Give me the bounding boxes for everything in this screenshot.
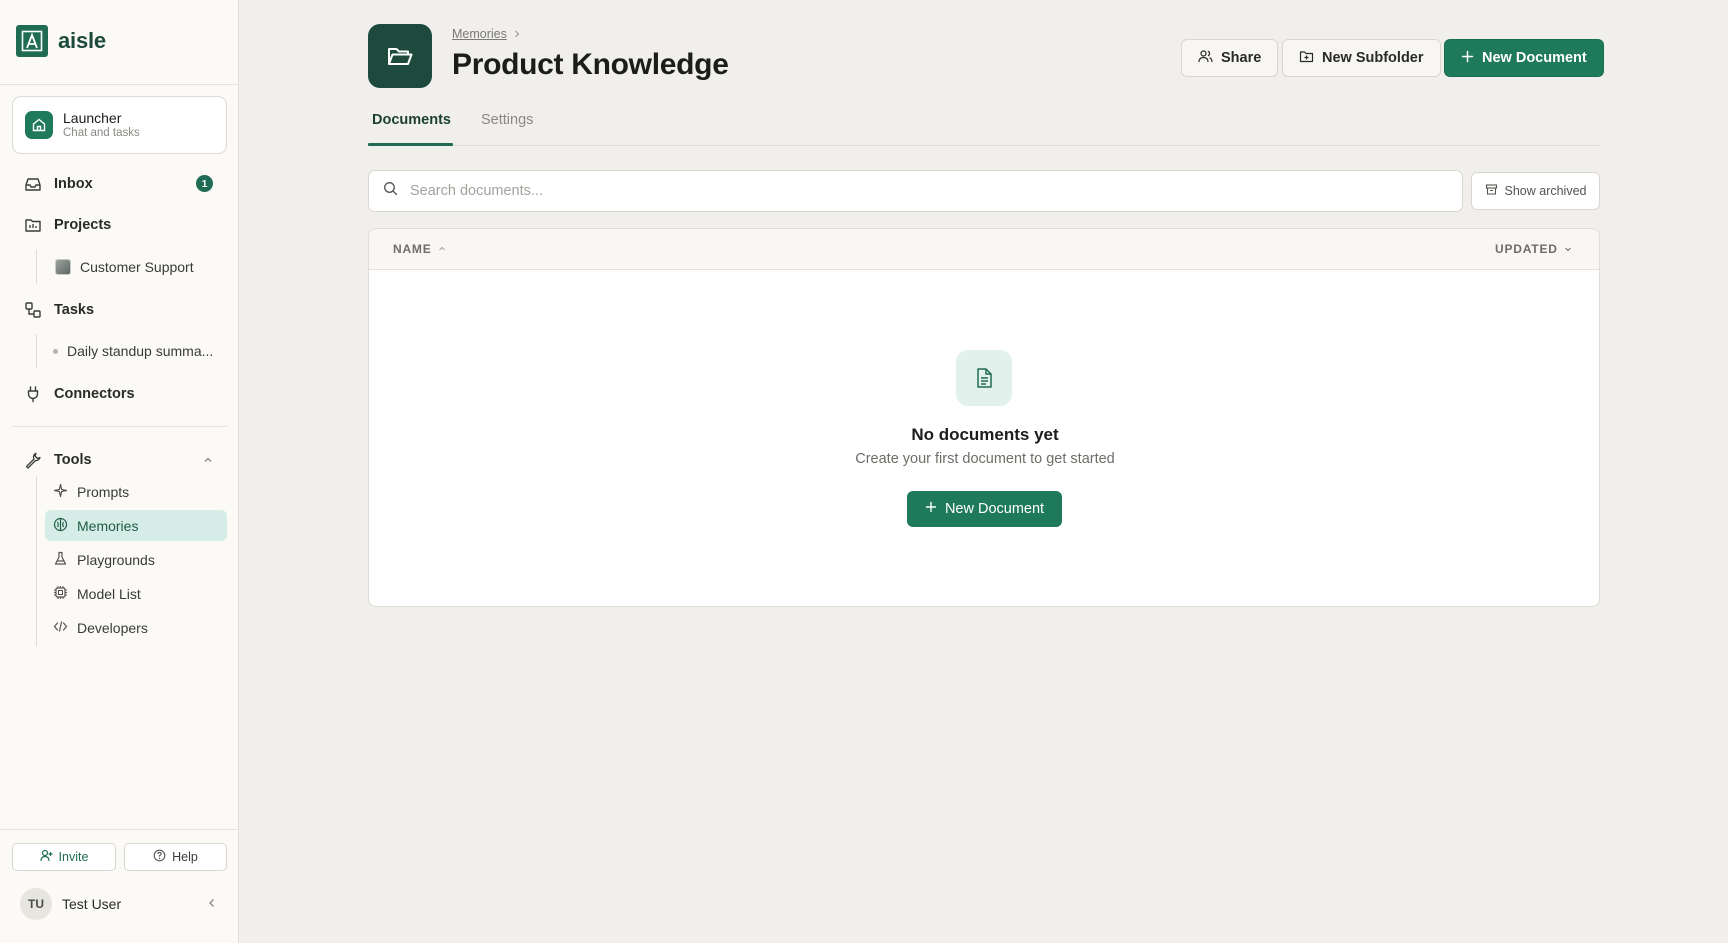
column-label: NAME bbox=[393, 242, 432, 256]
flask-icon bbox=[53, 551, 68, 569]
project-item-label: Customer Support bbox=[80, 259, 194, 275]
sort-asc-icon bbox=[438, 242, 446, 256]
home-icon bbox=[25, 111, 53, 139]
invite-button[interactable]: Invite bbox=[12, 843, 116, 871]
empty-new-document-label: New Document bbox=[944, 501, 1045, 517]
tree-rail bbox=[36, 334, 37, 368]
breadcrumb: Memories bbox=[452, 27, 521, 41]
document-icon bbox=[956, 350, 1012, 406]
folder-plus-icon bbox=[1299, 49, 1314, 68]
empty-state-title: No documents yet bbox=[911, 425, 1059, 444]
sparkle-icon bbox=[53, 483, 68, 501]
collapse-sidebar-icon[interactable] bbox=[206, 896, 218, 914]
tool-item-label: Memories bbox=[77, 517, 139, 534]
sidebar-item-model-list[interactable]: Model List bbox=[45, 578, 227, 609]
brand[interactable]: aisle bbox=[16, 25, 106, 57]
sidebar-item-label: Projects bbox=[54, 217, 112, 233]
empty-state-subtitle: Create your first document to get starte… bbox=[855, 451, 1115, 467]
column-header-updated[interactable]: UPDATED bbox=[1495, 242, 1572, 256]
launcher-button[interactable]: Launcher Chat and tasks bbox=[12, 96, 227, 154]
share-label: Share bbox=[1221, 50, 1262, 66]
chevron-up-icon[interactable] bbox=[203, 452, 213, 470]
tab-documents[interactable]: Documents bbox=[372, 112, 451, 128]
user-name: Test User bbox=[62, 896, 122, 912]
sidebar-item-label: Tasks bbox=[54, 302, 95, 318]
bullet-dot bbox=[53, 348, 58, 354]
help-label: Help bbox=[172, 850, 198, 864]
chip-icon bbox=[53, 585, 68, 603]
tool-item-label: Model List bbox=[77, 585, 141, 602]
tab-settings[interactable]: Settings bbox=[481, 112, 533, 128]
divider bbox=[12, 426, 227, 427]
app-name: aisle bbox=[58, 28, 106, 53]
tool-item-label: Playgrounds bbox=[77, 551, 155, 568]
archive-icon bbox=[1485, 183, 1498, 199]
sidebar-item-projects[interactable]: Projects bbox=[24, 214, 111, 236]
tab-bar: Documents Settings bbox=[368, 106, 1600, 146]
table-header: NAME UPDATED bbox=[369, 229, 1599, 270]
breadcrumb-memories-link[interactable]: Memories bbox=[452, 27, 507, 41]
tree-rail bbox=[36, 476, 37, 646]
folder-icon bbox=[368, 24, 432, 88]
divider bbox=[0, 829, 239, 830]
tasks-icon bbox=[24, 301, 42, 319]
column-header-name[interactable]: NAME bbox=[393, 242, 446, 256]
sidebar-item-tasks[interactable]: Tasks bbox=[24, 299, 94, 321]
task-item-label: Daily standup summa... bbox=[67, 343, 214, 359]
sidebar-item-label: Connectors bbox=[54, 386, 135, 402]
sidebar-item-developers[interactable]: Developers bbox=[45, 612, 227, 643]
launcher-subtitle: Chat and tasks bbox=[63, 127, 140, 139]
sidebar-item-memories[interactable]: Memories bbox=[45, 510, 227, 541]
page-title: Product Knowledge bbox=[452, 48, 729, 81]
plus-icon bbox=[925, 501, 937, 517]
search-input[interactable] bbox=[410, 183, 1410, 199]
wrench-icon bbox=[24, 451, 42, 469]
active-tab-indicator bbox=[368, 143, 453, 146]
chevron-right-icon bbox=[513, 27, 521, 41]
search-box bbox=[368, 170, 1463, 212]
inbox-icon bbox=[24, 175, 42, 193]
user-plus-icon bbox=[39, 849, 53, 865]
brain-icon bbox=[53, 517, 68, 535]
help-button[interactable]: Help bbox=[124, 843, 227, 871]
users-icon bbox=[1198, 49, 1213, 68]
launcher-title: Launcher bbox=[63, 110, 122, 126]
sidebar-item-inbox[interactable]: Inbox bbox=[24, 173, 93, 195]
tool-item-label: Developers bbox=[77, 619, 148, 636]
task-item-daily-standup[interactable]: Daily standup summa... bbox=[53, 341, 213, 361]
logo-icon bbox=[16, 25, 48, 57]
folder-chart-icon bbox=[24, 216, 42, 234]
divider bbox=[0, 84, 239, 85]
sidebar-item-label: Tools bbox=[54, 452, 92, 468]
empty-new-document-button[interactable]: New Document bbox=[907, 491, 1062, 527]
help-circle-icon bbox=[153, 849, 166, 865]
sidebar-section-tools[interactable]: Tools bbox=[24, 449, 92, 471]
project-item-customer-support[interactable]: Customer Support bbox=[55, 257, 194, 277]
plus-icon bbox=[1461, 50, 1474, 67]
inbox-count-badge: 1 bbox=[196, 175, 213, 192]
show-archived-button[interactable]: Show archived bbox=[1471, 172, 1600, 210]
avatar[interactable]: TU bbox=[20, 888, 52, 920]
tool-item-label: Prompts bbox=[77, 483, 130, 500]
sidebar: aisle Launcher Chat and tasks Inbox 1 Pr… bbox=[0, 0, 239, 943]
documents-table: NAME UPDATED No documents yet Create you… bbox=[368, 228, 1600, 607]
column-label: UPDATED bbox=[1495, 242, 1558, 256]
new-subfolder-button[interactable]: New Subfolder bbox=[1282, 39, 1441, 77]
code-icon bbox=[53, 619, 68, 637]
tree-rail bbox=[36, 250, 37, 284]
sort-desc-icon bbox=[1564, 242, 1572, 256]
sidebar-item-connectors[interactable]: Connectors bbox=[24, 383, 135, 405]
invite-label: Invite bbox=[58, 850, 89, 864]
new-document-button[interactable]: New Document bbox=[1444, 39, 1604, 77]
project-thumbnail bbox=[55, 259, 71, 275]
show-archived-label: Show archived bbox=[1504, 184, 1587, 198]
sidebar-item-playgrounds[interactable]: Playgrounds bbox=[45, 544, 227, 575]
share-button[interactable]: Share bbox=[1181, 39, 1279, 77]
new-document-label: New Document bbox=[1482, 50, 1587, 66]
sidebar-item-label: Inbox bbox=[54, 176, 93, 192]
plug-icon bbox=[24, 385, 42, 403]
search-icon bbox=[383, 181, 398, 201]
sidebar-item-prompts[interactable]: Prompts bbox=[45, 476, 227, 507]
new-subfolder-label: New Subfolder bbox=[1322, 50, 1424, 66]
